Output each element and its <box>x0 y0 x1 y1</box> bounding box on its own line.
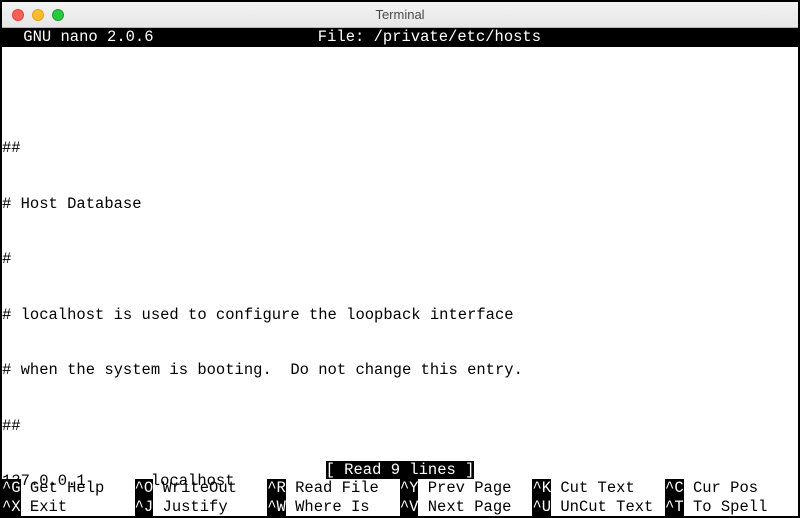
shortcut-justify[interactable]: ^J Justify <box>135 498 268 517</box>
file-blank-line <box>2 84 798 103</box>
shortcut-cur-pos[interactable]: ^C Cur Pos <box>665 479 798 498</box>
nano-status-text: [ Read 9 lines ] <box>326 461 475 480</box>
shortcut-label: Get Help <box>21 479 114 498</box>
file-line: # when the system is booting. Do not cha… <box>2 361 798 380</box>
shortcut-label: To Spell <box>684 498 768 517</box>
shortcut-where-is[interactable]: ^W Where Is <box>267 498 400 517</box>
file-line: ## <box>2 417 798 436</box>
shortcut-key: ^C <box>665 479 684 498</box>
shortcut-get-help[interactable]: ^G Get Help <box>2 479 135 498</box>
file-line: ## <box>2 139 798 158</box>
shortcut-label: UnCut Text <box>551 498 653 517</box>
close-icon[interactable] <box>12 9 24 21</box>
shortcut-next-page[interactable]: ^V Next Page <box>400 498 533 517</box>
shortcut-key: ^W <box>267 498 286 517</box>
terminal-viewport[interactable]: GNU nano 2.0.6 File: /private/etc/hosts … <box>2 28 798 516</box>
shortcut-key: ^T <box>665 498 684 517</box>
window-title: Terminal <box>2 7 798 22</box>
shortcut-cut-text[interactable]: ^K Cut Text <box>532 479 665 498</box>
shortcut-exit[interactable]: ^X Exit <box>2 498 135 517</box>
shortcut-label: Cur Pos <box>684 479 758 498</box>
shortcut-label: Justify <box>153 498 246 517</box>
shortcut-key: ^J <box>135 498 154 517</box>
shortcut-key: ^X <box>2 498 21 517</box>
file-line: # <box>2 250 798 269</box>
shortcut-key: ^G <box>2 479 21 498</box>
shortcut-label: Next Page <box>418 498 520 517</box>
shortcut-label: Read File <box>286 479 388 498</box>
shortcut-label: Where Is <box>286 498 379 517</box>
file-line: # Host Database <box>2 195 798 214</box>
shortcut-label: Prev Page <box>418 479 520 498</box>
shortcut-to-spell[interactable]: ^T To Spell <box>665 498 798 517</box>
shortcut-row: ^X Exit ^J Justify ^W Where Is ^V Next P… <box>2 498 798 517</box>
shortcut-key: ^V <box>400 498 419 517</box>
shortcut-read-file[interactable]: ^R Read File <box>267 479 400 498</box>
shortcut-key: ^K <box>532 479 551 498</box>
shortcut-key: ^U <box>532 498 551 517</box>
shortcut-key: ^Y <box>400 479 419 498</box>
shortcut-prev-page[interactable]: ^Y Prev Page <box>400 479 533 498</box>
titlebar: Terminal <box>2 2 798 28</box>
shortcut-label: Exit <box>21 498 114 517</box>
file-content[interactable]: ## # Host Database # # localhost is used… <box>2 47 798 517</box>
shortcut-label: WriteOut <box>153 479 246 498</box>
shortcut-label: Cut Text <box>551 479 644 498</box>
shortcut-key: ^O <box>135 479 154 498</box>
nano-file-label: File: /private/etc/hosts <box>318 28 641 47</box>
shortcut-writeout[interactable]: ^O WriteOut <box>135 479 268 498</box>
nano-header: GNU nano 2.0.6 File: /private/etc/hosts <box>2 28 798 47</box>
nano-status: [ Read 9 lines ] <box>2 461 798 480</box>
shortcut-uncut-text[interactable]: ^U UnCut Text <box>532 498 665 517</box>
nano-shortcuts: ^G Get Help ^O WriteOut ^R Read File ^Y … <box>2 479 798 516</box>
shortcut-row: ^G Get Help ^O WriteOut ^R Read File ^Y … <box>2 479 798 498</box>
shortcut-key: ^R <box>267 479 286 498</box>
terminal-window: Terminal GNU nano 2.0.6 File: /private/e… <box>0 0 800 518</box>
minimize-icon[interactable] <box>32 9 44 21</box>
file-line: # localhost is used to configure the loo… <box>2 306 798 325</box>
window-controls <box>12 9 64 21</box>
zoom-icon[interactable] <box>52 9 64 21</box>
nano-app-name: GNU nano 2.0.6 <box>4 28 163 47</box>
